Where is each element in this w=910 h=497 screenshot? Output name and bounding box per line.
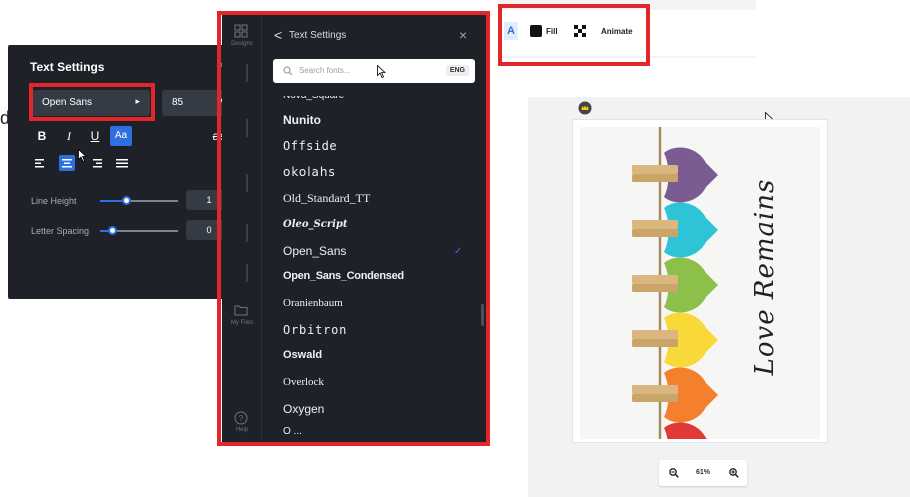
font-item[interactable]: Orbitron (283, 323, 347, 337)
align-right-icon[interactable] (88, 155, 104, 171)
help-icon[interactable]: ? (234, 411, 248, 425)
font-item[interactable]: okolahs (283, 165, 336, 179)
fill-color-swatch[interactable] (530, 25, 542, 37)
font-family-select[interactable]: Open Sans ▸ (32, 90, 150, 116)
transparency-icon[interactable] (574, 25, 586, 37)
zoom-controls: 61% (659, 460, 747, 486)
rail-label-help: Help (235, 427, 249, 433)
clothespin (632, 385, 678, 394)
clothespin (632, 220, 678, 229)
rail-divider (246, 119, 248, 137)
font-item[interactable]: Oleo_Script (283, 219, 348, 230)
scrollbar[interactable] (481, 304, 484, 326)
font-item[interactable]: Offside (283, 139, 337, 153)
crown-icon[interactable] (578, 101, 592, 115)
animate-button[interactable]: Animate (601, 27, 633, 36)
clothespin (632, 330, 678, 339)
rail-divider (246, 264, 248, 282)
bold-button[interactable]: B (31, 126, 53, 146)
font-item[interactable]: Oranienbaum (283, 297, 343, 309)
heart-shape (664, 422, 707, 439)
align-center-icon[interactable] (59, 155, 75, 171)
rail-divider (246, 224, 248, 242)
font-item[interactable]: Old_Standard_TT (283, 191, 370, 206)
line-height-slider[interactable] (100, 200, 178, 202)
font-list-panel: Designs My Files ? Help < Text Settings … (222, 14, 487, 444)
zoom-level: 61% (696, 469, 711, 476)
line-height-label: Line Height (31, 196, 77, 206)
panel-title: Text Settings (30, 60, 105, 74)
font-item-selected[interactable]: Open_Sans (283, 244, 346, 258)
font-item[interactable]: Nova_Square (283, 96, 344, 101)
font-item[interactable]: Oxygen (283, 402, 324, 416)
text-case-button[interactable]: Aa (110, 126, 132, 146)
design-text[interactable]: Love Remains (750, 179, 780, 376)
search-placeholder: Search fonts... (299, 66, 351, 75)
zoom-in-icon[interactable] (729, 468, 739, 478)
language-badge[interactable]: ENG (445, 65, 469, 76)
font-family-value: Open Sans (42, 97, 93, 108)
text-style-button[interactable]: A (504, 22, 518, 40)
line-height-slider-handle[interactable] (122, 196, 131, 205)
designs-icon[interactable] (234, 24, 248, 38)
rail-label-designs: Designs (231, 41, 253, 47)
close-icon[interactable]: × (459, 27, 467, 43)
font-size-value: 85 (172, 97, 184, 108)
font-item[interactable]: Overlock (283, 376, 324, 388)
font-item[interactable]: Open_Sans_Condensed (283, 270, 404, 282)
fill-label[interactable]: Fill (546, 27, 558, 36)
align-left-icon[interactable] (33, 155, 49, 171)
letter-spacing-slider-handle[interactable] (108, 226, 117, 235)
font-item[interactable]: Nunito (283, 113, 321, 127)
rail-divider (246, 64, 248, 82)
clothespin (632, 174, 678, 182)
text-settings-panel: Text Settings × Open Sans ▸ 85 ▾ B I U A… (8, 45, 240, 299)
svg-text:?: ? (239, 414, 244, 423)
search-input[interactable]: Search fonts... ENG (273, 59, 475, 83)
side-rail: Designs My Files ? Help (222, 14, 262, 444)
clothespin (632, 394, 678, 402)
clothespin (632, 229, 678, 237)
design-image[interactable]: Love Remains (580, 127, 820, 439)
mouse-cursor-icon (377, 65, 386, 78)
check-icon: ✓ (454, 246, 463, 257)
underline-button[interactable]: U (84, 126, 106, 146)
rail-divider (246, 174, 248, 192)
letter-spacing-label: Letter Spacing (31, 226, 90, 236)
font-item[interactable]: O ... (283, 426, 302, 437)
clothespin (632, 284, 678, 292)
rail-label-my-files: My Files (230, 320, 254, 326)
zoom-out-icon[interactable] (669, 468, 679, 478)
mouse-cursor-icon (78, 149, 87, 162)
caret-right-icon: ▸ (135, 96, 140, 106)
italic-button[interactable]: I (58, 126, 80, 146)
align-justify-icon[interactable] (114, 155, 130, 171)
search-icon (283, 66, 293, 76)
back-icon[interactable]: < (274, 27, 282, 43)
font-item[interactable]: Oswald (283, 349, 322, 361)
clothespin (632, 275, 678, 284)
clothespin (632, 165, 678, 174)
folder-icon[interactable] (234, 304, 248, 316)
clothespin (632, 339, 678, 347)
panel-title: Text Settings (289, 30, 347, 41)
